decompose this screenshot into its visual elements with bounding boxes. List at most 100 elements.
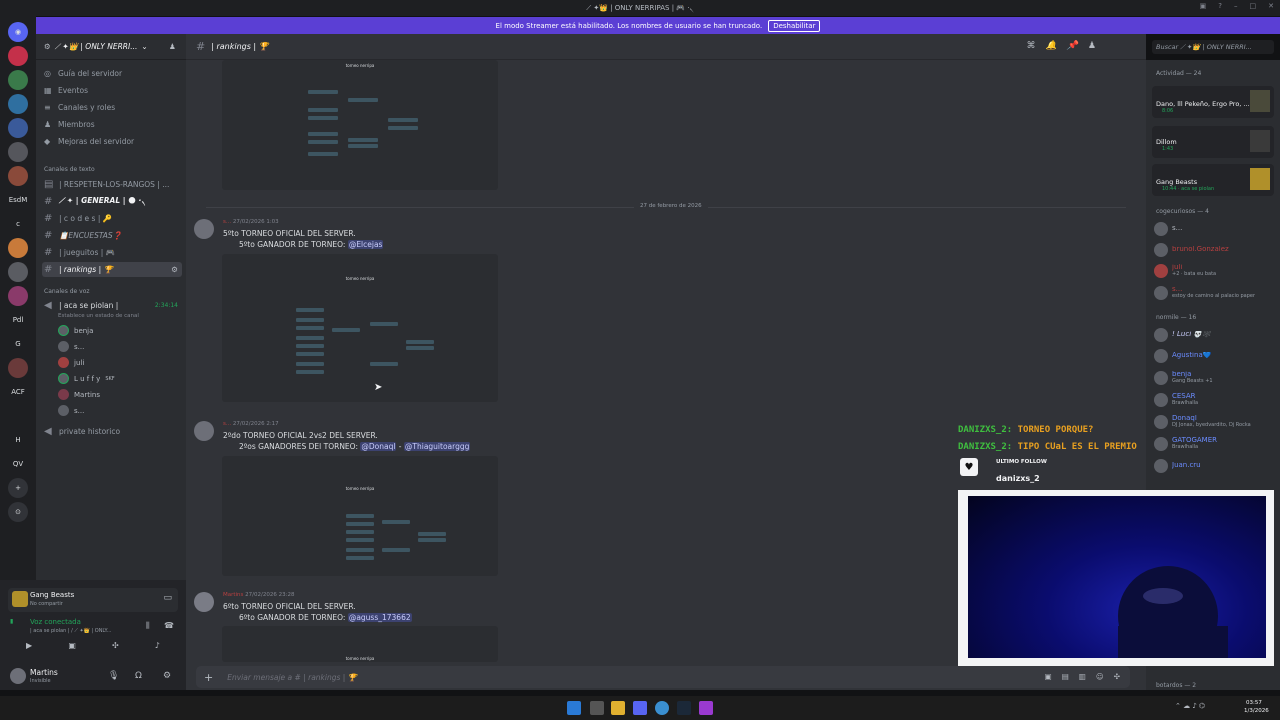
avatar[interactable]: [194, 219, 214, 239]
voice-user[interactable]: benja: [58, 325, 93, 336]
server-header[interactable]: ⚙ ⟋ ✦👑 | ONLY NERRI... ⌄ ♟: [36, 34, 186, 60]
member-item[interactable]: Donaql DJ Jonax, byedvardito, Dj Rocka: [1154, 413, 1274, 431]
server-icon[interactable]: [8, 46, 28, 66]
member-item[interactable]: s...: [1154, 220, 1274, 238]
server-icon[interactable]: [8, 70, 28, 90]
channel-rankings[interactable]: # | rankings | 🏆 ⚙: [42, 262, 182, 277]
user-mention[interactable]: @Thiaguitoarggg: [403, 442, 471, 451]
clock-date[interactable]: 1/3/2026: [1244, 708, 1269, 714]
task-view-icon[interactable]: [590, 701, 604, 715]
tray-icons[interactable]: ⌃ ☁ ♪ ⌬: [1175, 702, 1205, 710]
close-icon[interactable]: ✕: [1268, 2, 1274, 10]
discord-home-icon[interactable]: ◉: [8, 22, 28, 42]
bracket-image[interactable]: torneo nerripa: [222, 254, 498, 402]
message-composer[interactable]: + Enviar mensaje a # | rankings | 🏆 ▣ ▤ …: [196, 666, 1130, 688]
voice-status-hint[interactable]: Establece un estado de canal: [58, 313, 139, 319]
app-icon[interactable]: [699, 701, 713, 715]
voice-user[interactable]: L u f f y SKF: [58, 373, 115, 384]
server-icon[interactable]: Pdl: [8, 310, 28, 330]
text-category[interactable]: Canales de texto: [44, 166, 95, 173]
server-icon[interactable]: H: [8, 430, 28, 450]
server-icon[interactable]: EsdM: [8, 190, 28, 210]
channel-private[interactable]: ◀ private historico: [42, 424, 182, 439]
member-list-icon[interactable]: ♟: [1088, 41, 1096, 51]
server-icon[interactable]: [8, 262, 28, 282]
discord-taskbar-icon[interactable]: [633, 701, 647, 715]
disconnect-icon[interactable]: ☎: [164, 621, 174, 630]
threads-icon[interactable]: ⌘: [1026, 41, 1035, 51]
voice-connected[interactable]: Voz conectada: [30, 618, 81, 626]
member-item[interactable]: s... estoy de camino al palacio paper: [1154, 284, 1274, 302]
inbox-icon[interactable]: ▣: [1200, 2, 1207, 10]
channel-general[interactable]: # ⟋ ✦ | GENERAL | 🌑 ·৲: [42, 194, 182, 209]
member-item[interactable]: juli +2 · bata eu bata: [1154, 262, 1274, 280]
steam-icon[interactable]: [677, 701, 691, 715]
help-icon[interactable]: ?: [1218, 2, 1222, 10]
user-mention[interactable]: @aguss_173662: [347, 613, 412, 622]
nav-channels-roles[interactable]: ≡ Canales y roles: [44, 103, 115, 112]
settings-icon[interactable]: ⚙: [44, 42, 51, 51]
add-server-icon[interactable]: +: [8, 478, 28, 498]
voice-category[interactable]: Canales de voz: [44, 288, 90, 295]
bell-icon[interactable]: 🔔: [1045, 41, 1056, 51]
windows-start-icon[interactable]: [567, 701, 581, 715]
activity-card[interactable]: Dillom 1:43: [1152, 126, 1274, 158]
channel-codes[interactable]: # | c o d e s | 🔑: [42, 211, 182, 226]
nav-events[interactable]: ▦ Eventos: [44, 86, 88, 95]
channel-settings-icon[interactable]: ⚙: [171, 265, 178, 274]
add-member-icon[interactable]: ♟: [169, 42, 176, 51]
bracket-image[interactable]: torneo nerripa: [222, 60, 498, 190]
channel-jueguitos[interactable]: # | jueguitos | 🎮: [42, 245, 182, 260]
nav-members[interactable]: ♟ Miembros: [44, 120, 95, 129]
gif-icon[interactable]: ▤: [1062, 672, 1069, 681]
member-item[interactable]: Agustina💙: [1154, 347, 1274, 365]
screen-share-icon[interactable]: ▣: [68, 641, 76, 657]
chrome-icon[interactable]: [655, 701, 669, 715]
gift-icon[interactable]: ▣: [1045, 672, 1052, 681]
channel-encuestas[interactable]: # 📋ENCUESTAS❓: [42, 228, 182, 243]
server-icon[interactable]: [8, 358, 28, 378]
member-item[interactable]: ! Luci 💀🕸️: [1154, 326, 1274, 344]
sticker-icon[interactable]: ▥: [1079, 672, 1086, 681]
member-item[interactable]: CESAR Brawlhalla: [1154, 391, 1274, 409]
camera-icon[interactable]: ▶: [26, 641, 32, 657]
voice-user[interactable]: s...: [58, 341, 84, 352]
member-item[interactable]: benja Gang Beasts +1: [1154, 369, 1274, 387]
message-input[interactable]: Enviar mensaje a # | rankings | 🏆: [227, 673, 357, 682]
voice-user[interactable]: Martins: [58, 389, 100, 400]
activity-card[interactable]: Dano, lll Pekeño, Ergo Pro, ... 8:06: [1152, 86, 1274, 118]
server-icon[interactable]: c: [8, 214, 28, 234]
nav-server-guide[interactable]: ◎ Guía del servidor: [44, 69, 122, 78]
member-item[interactable]: GATOGAMER Brawlhalla: [1154, 435, 1274, 453]
server-icon[interactable]: [8, 94, 28, 114]
activities-icon[interactable]: ✣: [112, 641, 119, 657]
server-icon[interactable]: [8, 238, 28, 258]
bracket-image[interactable]: torneo nerripa: [222, 626, 498, 662]
headphones-icon[interactable]: Ω: [135, 671, 142, 681]
server-icon[interactable]: QV: [8, 454, 28, 474]
message-author[interactable]: s...: [223, 421, 231, 427]
member-item[interactable]: brunol.Gonzalez: [1154, 241, 1274, 259]
soundboard-icon[interactable]: ♪: [155, 641, 160, 657]
noise-icon[interactable]: ⫼: [146, 621, 150, 631]
maximize-icon[interactable]: □: [1250, 2, 1257, 10]
user-mention[interactable]: @Elcejas: [347, 240, 384, 249]
server-icon[interactable]: [8, 286, 28, 306]
avatar[interactable]: [194, 592, 214, 612]
activity-card[interactable]: Gang Beasts No compartir ▭: [8, 588, 178, 612]
disable-streamer-button[interactable]: Deshabilitar: [768, 19, 821, 32]
minimize-icon[interactable]: –: [1234, 2, 1238, 10]
gear-icon[interactable]: ⚙: [163, 671, 171, 681]
clock-time[interactable]: 03:57: [1246, 700, 1262, 706]
file-explorer-icon[interactable]: [611, 701, 625, 715]
server-icon[interactable]: ACF: [8, 382, 28, 402]
message-author[interactable]: Martins: [223, 592, 243, 598]
avatar[interactable]: [194, 421, 214, 441]
pin-icon[interactable]: 📌: [1067, 41, 1078, 51]
user-mention[interactable]: @Donaql: [360, 442, 397, 451]
bracket-image[interactable]: torneo nerripa: [222, 456, 498, 576]
server-icon[interactable]: [8, 166, 28, 186]
server-icon[interactable]: [8, 118, 28, 138]
server-icon[interactable]: [8, 142, 28, 162]
discover-icon[interactable]: ⊙: [8, 502, 28, 522]
